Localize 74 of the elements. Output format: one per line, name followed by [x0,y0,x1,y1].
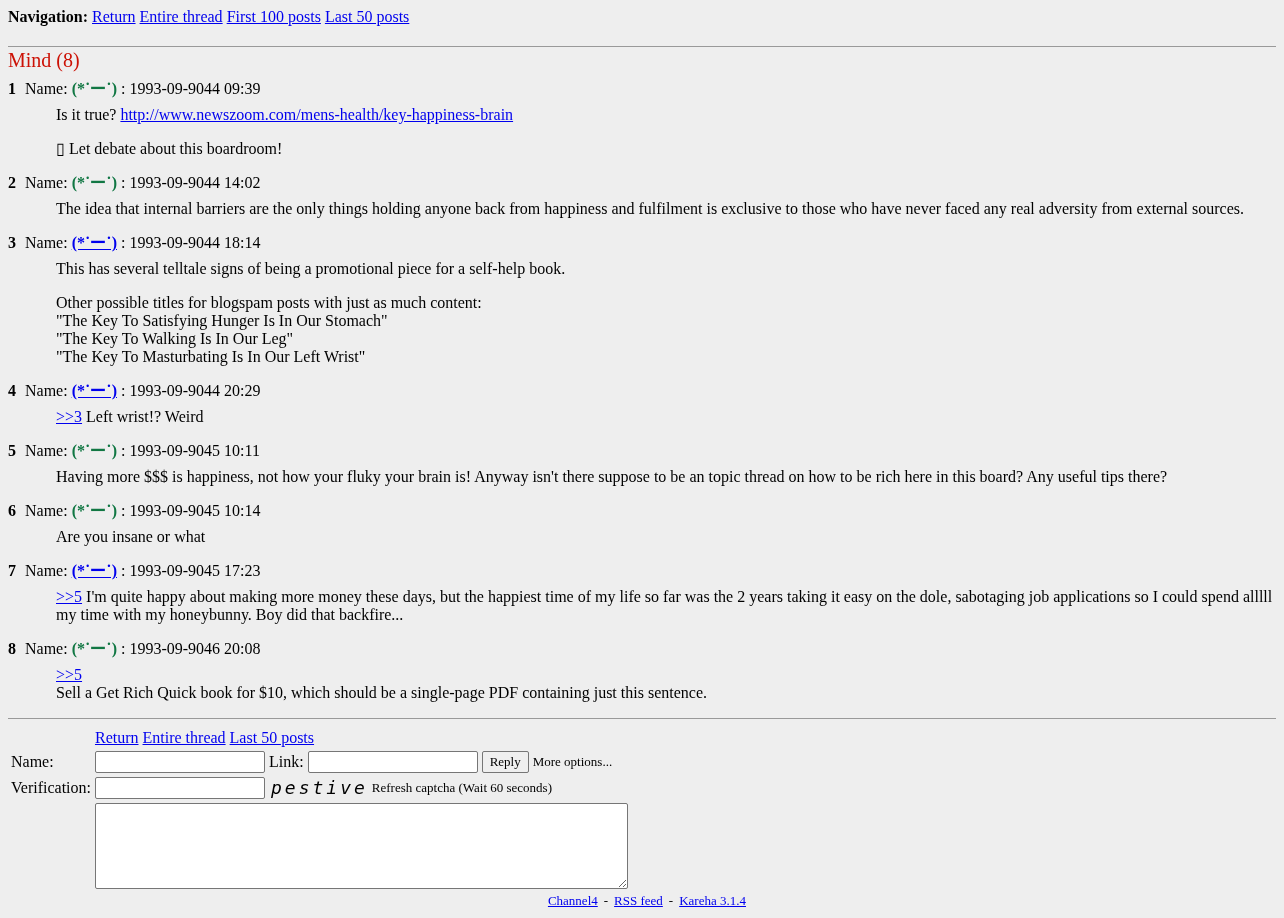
reply-link[interactable]: >>3 [56,408,83,425]
post-date: : 1993-09-9046 20:08 [120,640,261,658]
name-label: Name: [25,442,68,460]
more-options-text[interactable]: More options... [532,753,613,771]
post-text: ▯ Let debate about this boardroom! [56,140,284,158]
navigation-label: Navigation: [8,8,88,25]
post-text: This has several telltale signs of being a promotional piece for a self-help book. [56,260,567,278]
poster-name: (*˙ー˙) [71,80,117,98]
nav-link[interactable]: Return [92,8,136,25]
post-number: 5 [8,442,17,460]
post-number: 2 [8,174,17,192]
form-link[interactable]: Entire thread [142,729,226,747]
post-text: Having more $$$ is happiness, not how your fluky your brain is! Anyway isn't there suppose to be an topic thread on how to be rich here in this board? Any useful tips there? [56,468,1169,486]
post-date: : 1993-09-9045 17:23 [120,562,261,580]
link-field[interactable] [307,751,478,773]
nav-link[interactable]: First 100 posts [226,8,321,25]
name-field[interactable] [94,751,265,773]
form-link[interactable]: Return [94,729,139,747]
post-number: 1 [8,80,17,98]
poster-name: (*˙ー˙) [71,502,117,520]
post-date: : 1993-09-9045 10:14 [120,502,261,520]
post-number: 3 [8,234,17,252]
footer-link[interactable]: RSS feed [614,893,663,908]
reply-link[interactable]: >>5 [56,588,83,605]
post-date: : 1993-09-9044 09:39 [120,80,261,98]
footer-separator: - [668,893,674,908]
reply-button[interactable]: Reply [481,751,529,773]
name-label: Name: [25,640,68,658]
captcha-image: pestive [270,780,368,796]
post-date: : 1993-09-9044 20:29 [120,382,261,400]
footer-separator: - [603,893,609,908]
thread-title: Mind (8) [8,49,81,71]
url-link[interactable]: http://www.newszoom.com/mens-health/key-happiness-brain [120,106,514,123]
post-text: "The Key To Satisfying Hunger Is In Our Stomach" [56,312,389,330]
name-label: Name: [25,80,68,98]
name-label: Name: [25,174,68,192]
post-text: >>5 I'm quite happy about making more money these days, but the happiest time of my life so far was the 2 years taking it easy on the dole, sabotaging job applications so I could spend alllll my time with my honeybunny. Boy did that backfire... [56,588,1274,624]
post-date: : 1993-09-9045 10:11 [120,442,260,460]
poster-name: (*˙ー˙) [71,442,117,460]
nav-link[interactable]: Last 50 posts [324,8,410,25]
post-text: >>3 Left wrist!? Weird [56,408,205,426]
name-label: Name: [25,502,68,520]
post-text: Sell a Get Rich Quick book for $10, which should be a single-page PDF containing just this sentence. [56,684,708,702]
post-text: "The Key To Walking Is In Our Leg" [56,330,295,348]
post-number: 4 [8,382,17,400]
verification-label: Verification: [11,779,91,797]
poster-name-link[interactable]: (*˙ー˙) [71,562,117,580]
post-date: : 1993-09-9044 14:02 [120,174,261,192]
verification-field[interactable] [94,777,265,799]
post-number: 7 [8,562,17,580]
reply-link[interactable]: >>5 [56,666,83,684]
name-label: Name: [11,753,55,771]
name-label: Name: [25,562,68,580]
poster-name: (*˙ー˙) [71,640,117,658]
poster-name: (*˙ー˙) [71,174,117,192]
nav-link[interactable]: Entire thread [139,8,223,25]
name-label: Name: [25,234,68,252]
poster-name-link[interactable]: (*˙ー˙) [71,382,117,400]
name-label: Name: [25,382,68,400]
post-text: "The Key To Masturbating Is In Our Left Wrist" [56,348,367,366]
post-text: Are you insane or what [56,528,207,546]
footer-link[interactable]: Kareha 3.1.4 [679,893,746,908]
post-text: The idea that internal barriers are the only things holding anyone back from happiness and fulfilment is exclusive to those who have never faced any real adversity from external sources. [56,200,1246,218]
post-text: Is it true? http://www.newszoom.com/mens-health/key-happiness-brain [56,106,515,124]
post-number: 8 [8,640,17,658]
link-label: Link: [268,753,304,771]
footer-link[interactable]: Channel4 [547,893,598,908]
comment-field[interactable] [94,803,628,889]
post-text: Other possible titles for blogspam posts with just as much content: [56,294,483,312]
refresh-captcha-text[interactable]: Refresh captcha (Wait 60 seconds) [371,779,552,797]
form-link[interactable]: Last 50 posts [229,729,315,747]
post-date: : 1993-09-9044 18:14 [120,234,261,252]
post-number: 6 [8,502,17,520]
poster-name-link[interactable]: (*˙ー˙) [71,234,117,252]
